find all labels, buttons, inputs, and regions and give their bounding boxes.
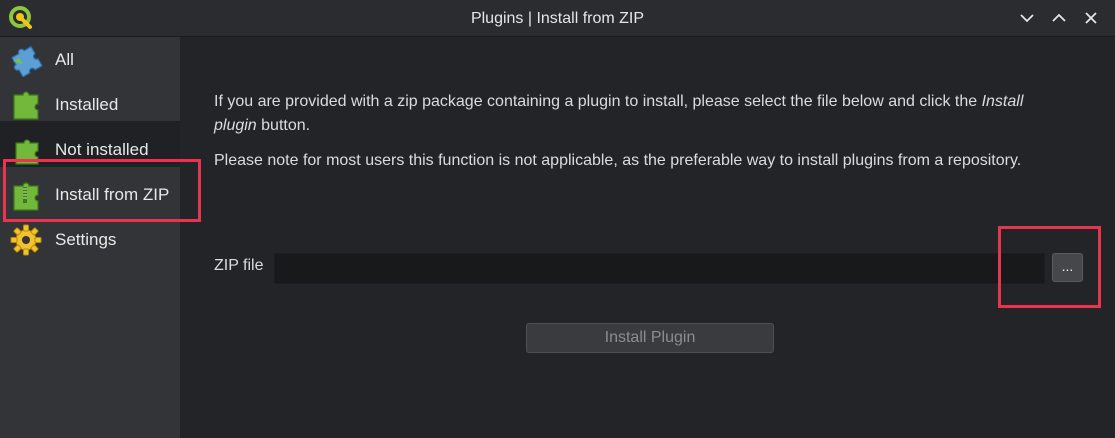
gear-icon [8, 222, 44, 258]
close-icon [1085, 12, 1097, 24]
zip-file-input[interactable] [274, 253, 1045, 284]
chevron-down-icon [1020, 14, 1034, 23]
puzzle-blue-icon [8, 42, 44, 78]
sidebar-item-installed[interactable]: Installed [8, 85, 198, 125]
sidebar-item-settings[interactable]: Settings [8, 220, 198, 260]
intro-text-part1: If you are provided with a zip package c… [214, 93, 982, 110]
close-button[interactable] [1077, 4, 1105, 32]
intro-text-italic-install: Install [981, 93, 1024, 110]
window-title: Plugins | Install from ZIP [470, 10, 645, 27]
sidebar-item-install-from-zip[interactable]: Install from ZIP [8, 175, 198, 215]
install-from-zip-panel: If you are provided with a zip package c… [180, 37, 1115, 438]
intro-text-italic-plugin: plugin [214, 117, 257, 134]
maximize-button[interactable] [1045, 4, 1073, 32]
sidebar-item-all[interactable]: All [8, 40, 198, 80]
plugins-dialog: Plugins | Install from ZIP All Installed… [0, 0, 1115, 438]
intro-text: If you are provided with a zip package c… [214, 90, 1094, 138]
sidebar-item-label: Install from ZIP [55, 185, 170, 204]
note-text: Please note for most users this function… [214, 152, 1022, 169]
chevron-up-icon [1052, 13, 1066, 22]
zip-file-label: ZIP file [214, 257, 264, 274]
window-controls [1013, 0, 1105, 36]
sidebar-item-label: Not installed [55, 140, 149, 159]
title-bar: Plugins | Install from ZIP [0, 0, 1115, 37]
minimize-button[interactable] [1013, 4, 1041, 32]
intro-text-part2: button. [256, 117, 311, 134]
sidebar-item-label: All [55, 50, 74, 69]
install-plugin-button[interactable]: Install Plugin [526, 323, 774, 353]
sidebar-item-not-installed[interactable]: Not installed [8, 130, 198, 170]
puzzle-green-icon [8, 87, 44, 123]
zip-puzzle-icon [8, 177, 44, 213]
browse-button[interactable]: ... [1052, 253, 1083, 282]
puzzle-green-partial-icon [8, 132, 44, 168]
sidebar-item-label: Settings [55, 230, 117, 249]
sidebar-item-label: Installed [55, 95, 119, 114]
